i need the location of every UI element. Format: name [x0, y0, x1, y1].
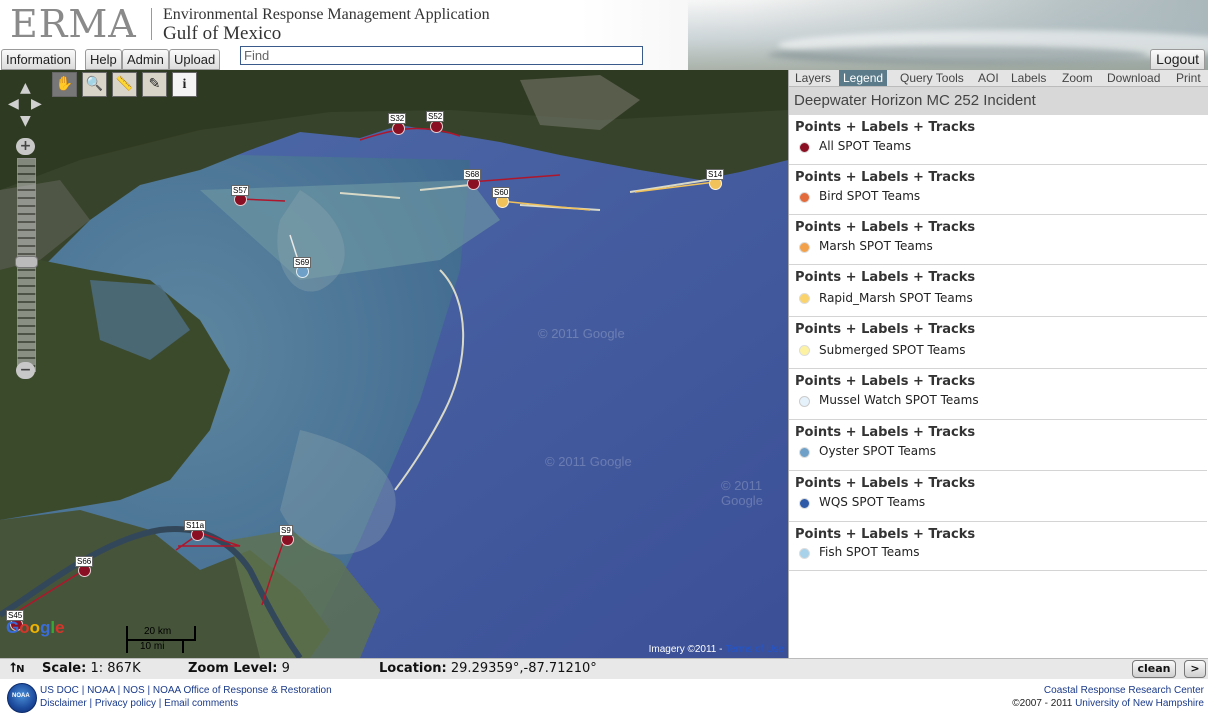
link-crrc[interactable]: Coastal Response Research Center	[1044, 685, 1204, 696]
imagery-attribution: Imagery ©2011 - Terms of Use	[648, 644, 784, 655]
link-nos[interactable]: NOS	[123, 685, 145, 696]
legend-row: Points + Labels + Tracks Bird SPOT Teams	[789, 165, 1207, 215]
legend-row: Points + Labels + Tracks Rapid_Marsh SPO…	[789, 265, 1207, 317]
legend-dot-icon	[799, 548, 810, 559]
map-view[interactable]: ✋ 🔍 📏 ✎ i ▲ ◀ ▶ ▼ + − S32 S52 S57 S68 S6…	[0, 70, 788, 658]
marker-label: S14	[706, 169, 725, 180]
terms-of-use-link[interactable]: Terms of Use	[725, 644, 784, 655]
menu-admin[interactable]: Admin	[122, 49, 169, 70]
marker-label: S9	[279, 525, 293, 536]
link-noaa[interactable]: NOAA	[87, 685, 115, 696]
scale-bar: 20 km 10 mi	[126, 626, 196, 654]
legend-dot-icon	[799, 345, 810, 356]
pan-control[interactable]: ▲ ◀ ▶ ▼	[8, 80, 42, 134]
zoom-level-label: Zoom Level:	[188, 661, 278, 676]
tab-aoi[interactable]: AOI	[978, 70, 999, 86]
pan-right-icon[interactable]: ▶	[31, 96, 42, 112]
marker-label: S68	[463, 169, 482, 180]
marker-label: S57	[231, 185, 250, 196]
legend-row: Points + Labels + Tracks WQS SPOT Teams	[789, 471, 1207, 522]
logout-button[interactable]: Logout	[1150, 49, 1205, 70]
erma-logo: ERMA	[10, 2, 137, 46]
status-bar: ⭡N Scale: 1: 867K Zoom Level: 9 Location…	[0, 658, 1208, 679]
scale-label: Scale:	[42, 661, 87, 676]
legend-dot-icon	[799, 293, 810, 304]
tab-layers[interactable]: Layers	[795, 70, 831, 86]
google-watermark: © 2011 Google	[721, 478, 763, 508]
pan-up-icon[interactable]: ▲	[20, 80, 31, 96]
marker-label: S66	[75, 556, 94, 567]
clean-button[interactable]: clean	[1132, 660, 1176, 678]
google-logo[interactable]: Google	[6, 618, 65, 638]
zoom-level-value: 9	[281, 661, 290, 676]
marker-label: S52	[426, 111, 445, 122]
tab-query-tools[interactable]: Query Tools	[900, 70, 964, 86]
link-email-comments[interactable]: Email comments	[164, 698, 238, 709]
zoom-in-button[interactable]: +	[16, 138, 35, 155]
pan-down-icon[interactable]: ▼	[20, 113, 31, 129]
scale-mi-label: 10 mi	[140, 641, 165, 652]
legend-dot-icon	[799, 192, 810, 203]
tab-zoom[interactable]: Zoom	[1062, 70, 1093, 86]
legend-row: Points + Labels + Tracks Oyster SPOT Tea…	[789, 420, 1207, 471]
legend-dot-icon	[799, 447, 810, 458]
legend-dot-icon	[799, 396, 810, 407]
find-input[interactable]	[240, 46, 643, 65]
zoom-slider-handle[interactable]	[15, 256, 38, 268]
measure-ruler-icon[interactable]: 📏	[112, 72, 137, 97]
legend-row: Points + Labels + Tracks All SPOT Teams	[789, 115, 1207, 165]
link-disclaimer[interactable]: Disclaimer	[40, 698, 87, 709]
google-watermark: © 2011 Google	[538, 326, 625, 341]
zoom-out-button[interactable]: −	[16, 362, 35, 379]
pan-left-icon[interactable]: ◀	[8, 96, 19, 112]
app-header: ERMA Environmental Response Management A…	[0, 0, 1208, 70]
tab-print[interactable]: Print	[1176, 70, 1201, 86]
legend-dot-icon	[799, 498, 810, 509]
side-panel: Layers Legend Query Tools AOI Labels Zoo…	[788, 70, 1208, 658]
info-icon[interactable]: i	[172, 72, 197, 97]
menu-upload[interactable]: Upload	[169, 49, 221, 70]
north-arrow-icon: ⭡N	[10, 661, 25, 676]
location-value: 29.29359°,-87.71210°	[450, 661, 597, 676]
incident-title: Deepwater Horizon MC 252 Incident	[789, 87, 1208, 115]
satellite-imagery	[0, 70, 788, 658]
legend-row: Points + Labels + Tracks Fish SPOT Teams	[789, 522, 1207, 571]
next-button[interactable]: >	[1184, 660, 1206, 678]
marker-label: S69	[293, 257, 312, 268]
tab-legend[interactable]: Legend	[839, 70, 888, 86]
legend-row: Points + Labels + Tracks Mussel Watch SP…	[789, 369, 1207, 420]
app-name: Environmental Response Management Applic…	[163, 6, 490, 23]
area-measure-icon[interactable]: ✎	[142, 72, 167, 97]
scale-km-label: 20 km	[144, 626, 172, 637]
tab-labels[interactable]: Labels	[1011, 70, 1046, 86]
region-name: Gulf of Mexico	[163, 23, 282, 44]
marker-label: S11a	[184, 520, 207, 531]
legend-dot-icon	[799, 242, 810, 253]
copyright-text: ©2007 - 2011	[1012, 698, 1073, 709]
link-privacy-policy[interactable]: Privacy policy	[95, 698, 156, 709]
link-unh[interactable]: University of New Hampshire	[1075, 698, 1204, 709]
menu-help[interactable]: Help	[85, 49, 122, 70]
google-watermark: © 2011 Google	[545, 454, 632, 469]
noaa-logo[interactable]: NOAA	[7, 683, 37, 713]
location-label: Location:	[379, 661, 447, 676]
tab-download[interactable]: Download	[1107, 70, 1160, 86]
link-us-doc[interactable]: US DOC	[40, 685, 79, 696]
marker-label: S60	[492, 187, 511, 198]
marker-label: S32	[388, 113, 407, 124]
legend-row: Points + Labels + Tracks Submerged SPOT …	[789, 317, 1207, 369]
link-noaa-orr[interactable]: NOAA Office of Response & Restoration	[153, 685, 332, 696]
panel-tabs: Layers Legend Query Tools AOI Labels Zoo…	[789, 70, 1208, 87]
footer: NOAA US DOC | NOAA | NOS | NOAA Office o…	[0, 679, 1208, 719]
pan-hand-icon[interactable]: ✋	[52, 72, 77, 97]
zoom-in-magnifier-icon[interactable]: 🔍	[82, 72, 107, 97]
scale-value: 1: 867K	[90, 661, 141, 676]
legend-dot-icon	[799, 142, 810, 153]
legend-row: Points + Labels + Tracks Marsh SPOT Team…	[789, 215, 1207, 265]
menu-information[interactable]: Information	[1, 49, 77, 70]
